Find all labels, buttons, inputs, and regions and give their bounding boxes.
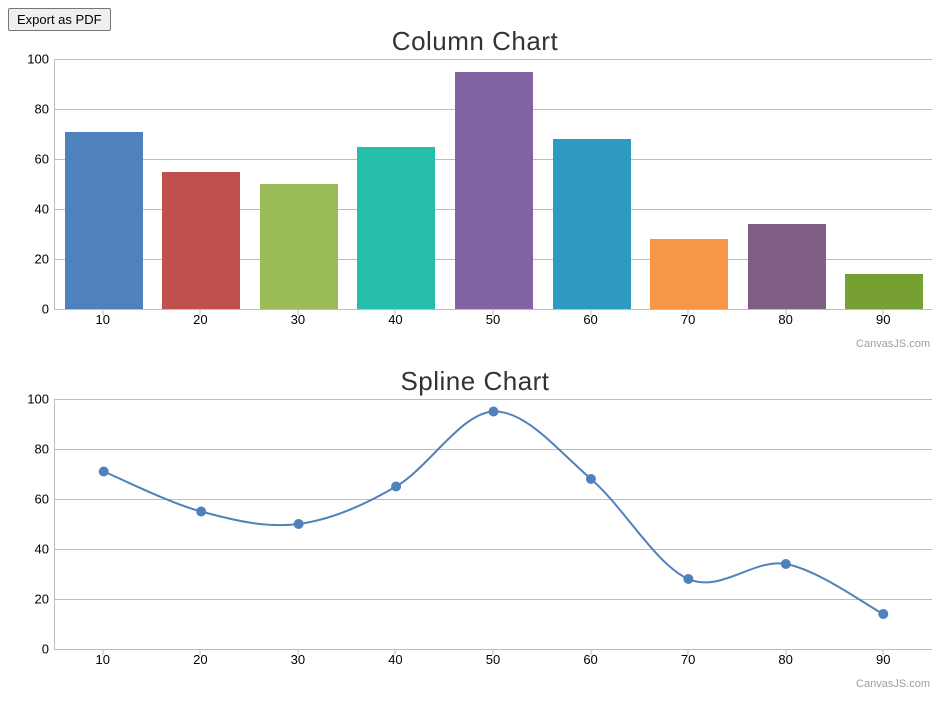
spline-point	[197, 507, 206, 516]
x-tick-label: 50	[486, 652, 500, 667]
y-tick-label: 20	[21, 592, 49, 607]
y-tick-label: 100	[21, 392, 49, 407]
column-bar	[650, 239, 728, 309]
spline-point	[99, 467, 108, 476]
x-tick-label: 70	[681, 652, 695, 667]
column-chart-plot: 020406080100	[54, 59, 932, 310]
spline-point	[879, 610, 888, 619]
column-bar	[65, 132, 143, 310]
y-tick-label: 40	[21, 202, 49, 217]
x-tick-label: 30	[291, 652, 305, 667]
column-bar	[455, 72, 533, 310]
spline-point	[294, 520, 303, 529]
column-bar	[357, 147, 435, 310]
x-tick-label: 10	[96, 312, 110, 327]
x-tick-label: 40	[388, 652, 402, 667]
column-bar	[553, 139, 631, 309]
y-tick-label: 60	[21, 152, 49, 167]
x-tick-label: 80	[778, 652, 792, 667]
x-tick-label: 60	[583, 652, 597, 667]
credit-link[interactable]: CanvasJS.com	[856, 338, 930, 350]
spline-point	[781, 560, 790, 569]
x-tick-label: 30	[291, 312, 305, 327]
credit-link[interactable]: CanvasJS.com	[856, 678, 930, 690]
x-tick-label: 20	[193, 652, 207, 667]
gridline	[55, 59, 932, 60]
x-tick-label: 10	[96, 652, 110, 667]
x-tick-label: 50	[486, 312, 500, 327]
spline-chart: Spline Chart 020406080100 10203040506070…	[10, 360, 940, 690]
x-tick-label: 80	[778, 312, 792, 327]
column-chart-title: Column Chart	[10, 26, 940, 57]
y-tick-label: 0	[21, 302, 49, 317]
spline-chart-plot: 020406080100	[54, 399, 932, 650]
spline-path	[104, 411, 884, 614]
column-chart-xaxis: 10 20 30 40 50 60 70 80 90	[54, 310, 932, 330]
spline-chart-title: Spline Chart	[10, 366, 940, 397]
x-tick-label: 60	[583, 312, 597, 327]
y-tick-label: 0	[21, 642, 49, 657]
spline-svg	[55, 399, 932, 649]
y-tick-label: 20	[21, 252, 49, 267]
column-bar	[845, 274, 923, 309]
column-chart: Column Chart 020406080100 10203040506070…	[10, 20, 940, 350]
spline-point	[392, 482, 401, 491]
x-tick-label: 70	[681, 312, 695, 327]
spline-point	[489, 407, 498, 416]
column-bar	[260, 184, 338, 309]
x-tick-label: 90	[876, 652, 890, 667]
column-bar	[748, 224, 826, 309]
spline-point	[684, 575, 693, 584]
y-tick-label: 100	[21, 52, 49, 67]
x-tick-label: 40	[388, 312, 402, 327]
y-tick-label: 80	[21, 102, 49, 117]
x-tick-label: 90	[876, 312, 890, 327]
y-tick-label: 40	[21, 542, 49, 557]
spline-point	[586, 475, 595, 484]
y-tick-label: 80	[21, 442, 49, 457]
y-tick-label: 60	[21, 492, 49, 507]
x-tick-label: 20	[193, 312, 207, 327]
column-bar	[162, 172, 240, 310]
spline-chart-xaxis: 10 20 30 40 50 60 70 80 90	[54, 650, 932, 670]
